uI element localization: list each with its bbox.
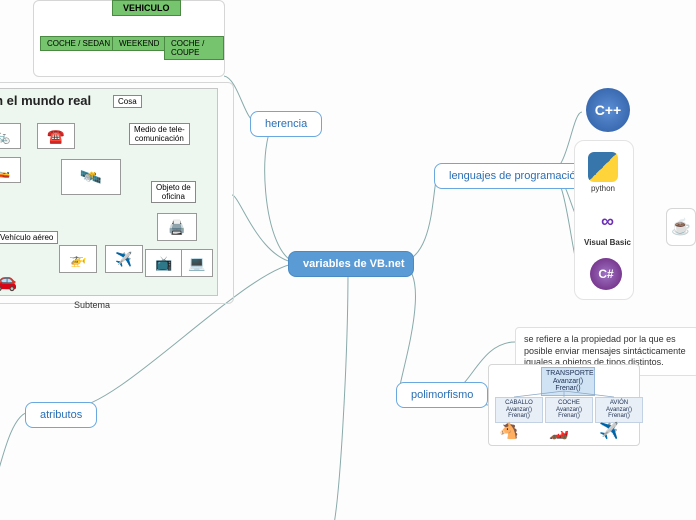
poly-top: TRANSPORTE Avanzar() Frenar(): [541, 367, 595, 396]
lang-cpp[interactable]: C++: [586, 88, 630, 132]
csharp-icon: C#: [590, 258, 622, 290]
java-icon: ☕: [666, 208, 696, 246]
branch-herencia[interactable]: herencia: [250, 111, 322, 137]
branch-herencia-label: herencia: [265, 118, 307, 130]
root-node[interactable]: variables de VB.net: [288, 251, 414, 277]
mindmap-canvas[interactable]: variables de VB.net herencia VEHICULO CO…: [0, 0, 696, 520]
polimorfismo-diagram: TRANSPORTE Avanzar() Frenar() CABALLO Av…: [488, 364, 640, 446]
lang-python[interactable]: python: [588, 152, 618, 193]
python-label: python: [591, 184, 615, 193]
branch-lenguajes-label: lenguajes de programación: [449, 170, 582, 182]
poly-caballo: CABALLO Avanzar() Frenar(): [495, 397, 543, 423]
lang-java[interactable]: ☕: [666, 208, 696, 246]
branch-atributos-label: atributos: [40, 409, 82, 421]
plane-icon: ✈️: [599, 421, 619, 441]
branch-polimorfismo[interactable]: polimorfismo: [396, 382, 488, 408]
mundo-real-frame: [0, 82, 234, 304]
horse-icon: 🐴: [499, 421, 519, 441]
subtema-caption: Subtema: [74, 300, 110, 310]
vehiculo-box: VEHICULO: [112, 0, 181, 16]
branch-atributos[interactable]: atributos: [25, 402, 97, 428]
lang-csharp[interactable]: C#: [590, 258, 622, 290]
cpp-icon: C++: [586, 88, 630, 132]
poly-coche: COCHE Avanzar() Frenar(): [545, 397, 593, 423]
visualbasic-label: Visual Basic: [584, 238, 631, 247]
coche-coupe-box: COCHE / COUPE: [164, 36, 224, 60]
python-icon: [588, 152, 618, 182]
poly-avion: AVIÓN Avanzar() Frenar(): [595, 397, 643, 423]
coche-sedan-box: COCHE / SEDAN: [40, 36, 117, 51]
herencia-diagram: VEHICULO COCHE / SEDAN WEEKEND COCHE / C…: [33, 0, 225, 77]
root-label: variables de VB.net: [303, 258, 405, 270]
lang-visualbasic[interactable]: ∞ Visual Basic: [584, 206, 631, 247]
visualbasic-icon: ∞: [588, 206, 628, 236]
car-icon: 🏎️: [549, 421, 569, 441]
branch-polimorfismo-label: polimorfismo: [411, 389, 473, 401]
branch-lenguajes[interactable]: lenguajes de programación: [434, 163, 597, 189]
weekend-box: WEEKEND: [112, 36, 166, 51]
